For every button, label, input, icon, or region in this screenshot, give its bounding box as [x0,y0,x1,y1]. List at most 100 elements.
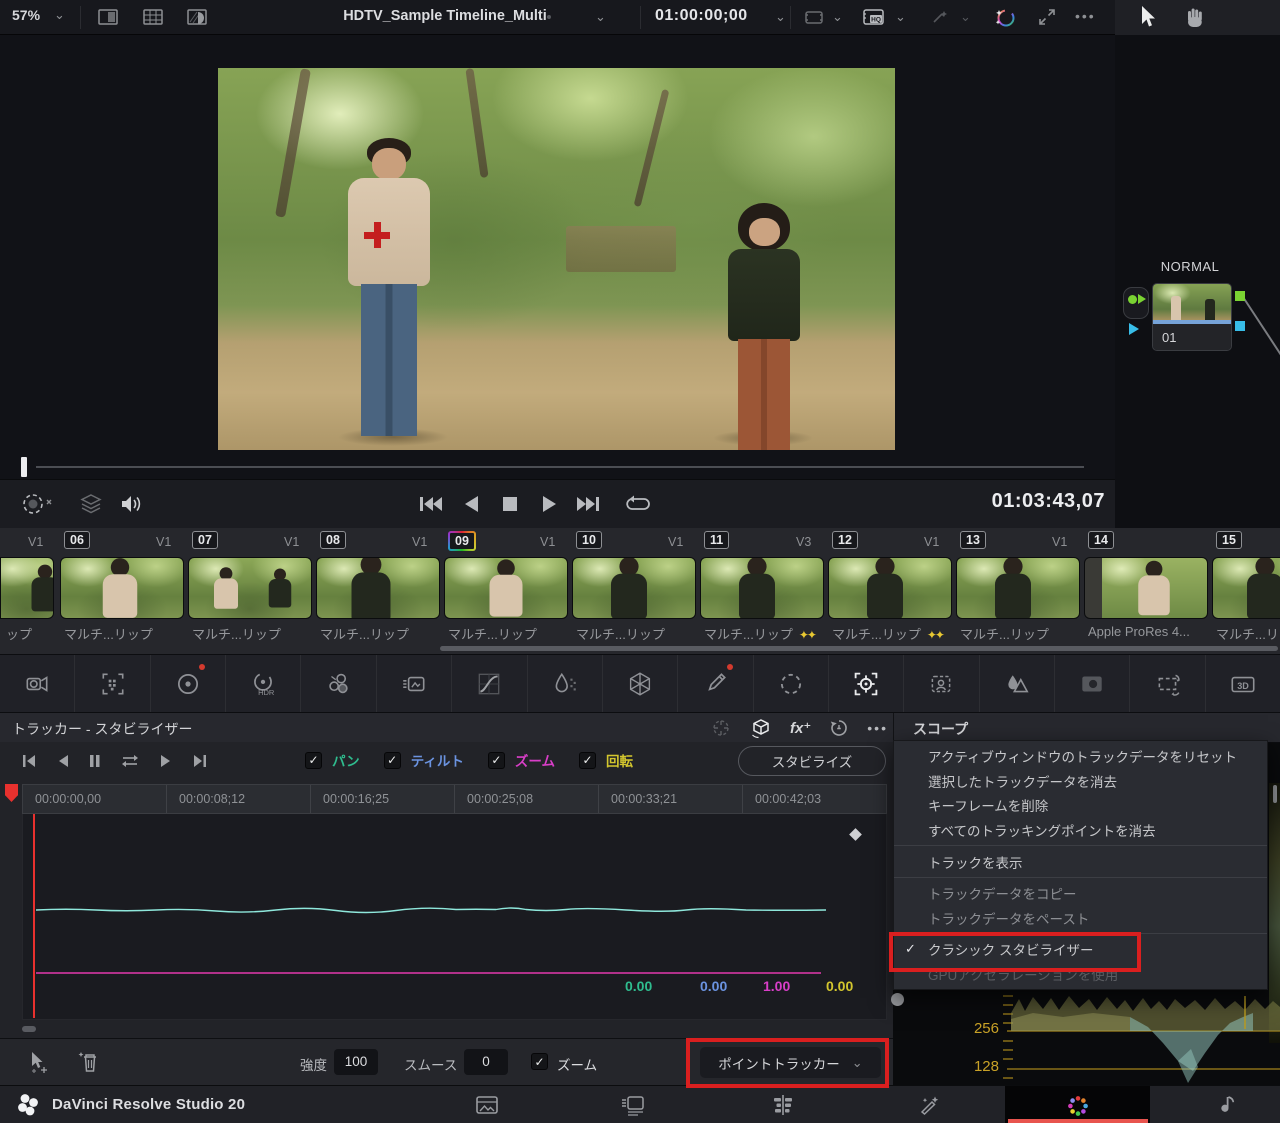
timecode-chevron-icon[interactable]: ⌄ [775,9,786,25]
zoom-stabilize-checkbox[interactable]: ✓ [531,1053,548,1070]
sizing-icon[interactable] [1129,655,1204,712]
interactive-mode-icon[interactable] [26,1049,52,1075]
corrector-node[interactable]: 01 [1152,283,1232,351]
stop-button[interactable] [499,492,521,516]
strength-input[interactable]: 100 [334,1049,378,1075]
smooth-input[interactable]: 0 [464,1049,508,1075]
scrub-playhead[interactable] [21,457,27,477]
menu-item-clear-selected-track-data[interactable]: 選択したトラックデータを消去 [894,769,1267,794]
delete-tracking-point-icon[interactable] [76,1049,102,1075]
motion-effects-icon[interactable] [376,655,451,712]
menu-item-clear-all-tracking-points[interactable]: すべてのトラッキングポイントを消去 [894,818,1267,843]
scope-scrollbar[interactable] [1273,785,1277,803]
key-output-port[interactable] [1235,321,1245,331]
camera-raw-icon[interactable] [0,655,74,712]
highlight-chevron-icon[interactable]: ⌄ [960,9,971,25]
bypass-box-icon[interactable] [802,6,826,28]
tracking-point-marker[interactable] [364,222,390,248]
rgb-mixer-icon[interactable] [300,655,375,712]
power-windows-icon[interactable] [753,655,828,712]
rotate-checkbox[interactable]: ✓ [579,752,596,769]
pause-button[interactable] [88,751,102,771]
grade-sparkle-icon[interactable] [992,6,1018,30]
stereo-3d-icon[interactable]: 3D [1205,655,1280,712]
clip-thumbnail[interactable] [188,557,312,619]
clip-thumbnail[interactable] [828,557,952,619]
page-tab-edit[interactable] [763,1093,803,1117]
scope-drag-knob[interactable] [891,993,904,1006]
clip-thumbnail-cell[interactable]: V3 15 マルチ...リ [1210,528,1280,654]
menu-item-copy-track-data[interactable]: トラックデータをコピー [894,881,1267,906]
key-input-arrow-icon[interactable] [1129,323,1139,335]
track-reverse-button[interactable] [55,751,71,771]
viewer-zoom-select[interactable]: 57% ⌄ [12,7,65,23]
unmix-icon[interactable] [20,492,56,516]
video-frame[interactable] [218,68,895,450]
track-range-button[interactable] [119,751,141,771]
page-tab-fairlight[interactable] [1205,1093,1245,1117]
viewer-timecode[interactable]: 01:00:00;00 [655,7,748,25]
proxy-hq-icon[interactable]: HQ [860,6,886,28]
layers-icon[interactable] [78,492,104,516]
curves-icon[interactable] [451,655,526,712]
3d-tracker-icon[interactable] [749,716,773,740]
clip-thumbnail[interactable] [572,557,696,619]
proxy-chevron-icon[interactable]: ⌄ [895,9,906,25]
qualifier-icon[interactable] [677,655,752,712]
speaker-icon[interactable] [118,492,144,516]
tracker-graph[interactable]: 0.00 0.00 1.00 0.00 [22,814,887,1020]
fx-icon[interactable]: fx⁺ [790,719,811,737]
key-icon[interactable] [1054,655,1129,712]
zoom-checkbox[interactable]: ✓ [488,752,505,769]
single-viewer-icon[interactable] [96,6,120,28]
clip-thumbnail[interactable] [60,557,184,619]
graph-scrollbar[interactable] [22,1026,36,1032]
expand-icon[interactable] [1036,6,1058,28]
track-end-button[interactable] [191,751,209,771]
clips-scrollbar[interactable] [440,646,1278,651]
wipe-viewer-icon[interactable] [185,6,209,28]
hand-icon[interactable] [1183,5,1207,30]
window-tracker-icon[interactable] [710,717,732,739]
color-warper-icon[interactable] [602,655,677,712]
color-match-icon[interactable] [74,655,149,712]
more-options-icon[interactable]: ••• [1075,8,1096,24]
page-tab-cut[interactable] [613,1093,653,1117]
clip-thumbnail[interactable] [444,557,568,619]
track-forward-button[interactable] [158,751,174,771]
page-tab-fusion[interactable] [910,1093,950,1117]
highlight-wand-icon[interactable] [928,6,952,28]
pan-checkbox[interactable]: ✓ [305,752,322,769]
color-slice-icon[interactable] [527,655,602,712]
page-tab-media[interactable] [467,1093,507,1117]
skip-start-button[interactable] [416,492,444,516]
blur-icon[interactable] [979,655,1054,712]
clip-thumbnail[interactable] [956,557,1080,619]
clip-thumbnail[interactable] [316,557,440,619]
panel-options-icon[interactable]: ••• [867,720,888,736]
clip-thumbnail-cell[interactable]: V1 14 Apple ProRes 4... [1082,528,1210,654]
stabilize-button[interactable]: スタビライズ [738,746,886,776]
cursor-icon[interactable] [1137,4,1159,30]
rgb-output-port[interactable] [1235,291,1245,301]
menu-item-reset-track-data[interactable]: アクティブウィンドウのトラックデータをリセット [894,744,1267,769]
menu-item-delete-keyframe[interactable]: キーフレームを削除 [894,793,1267,818]
bypass-chevron-icon[interactable]: ⌄ [832,9,843,25]
clip-thumbnail[interactable] [700,557,824,619]
page-tab-color-active[interactable] [1058,1093,1098,1119]
tracker-icon[interactable] [828,655,903,712]
loop-button[interactable] [624,492,652,516]
tracker-playhead-tag[interactable] [5,784,18,802]
magic-mask-icon[interactable] [903,655,978,712]
skip-end-button[interactable] [575,492,603,516]
play-button[interactable] [538,492,560,516]
reset-icon[interactable] [828,717,850,739]
menu-item-paste-track-data[interactable]: トラックデータをペースト [894,906,1267,931]
tilt-checkbox[interactable]: ✓ [384,752,401,769]
timeline-name[interactable]: HDTV_Sample Timeline_Multi [300,8,590,24]
clip-thumbnail[interactable] [1084,557,1208,619]
timeline-chevron-icon[interactable]: ⌄ [595,9,606,25]
viewer-scrub-bar[interactable] [0,455,1115,479]
clip-thumbnail[interactable] [0,557,54,619]
track-start-button[interactable] [20,751,38,771]
